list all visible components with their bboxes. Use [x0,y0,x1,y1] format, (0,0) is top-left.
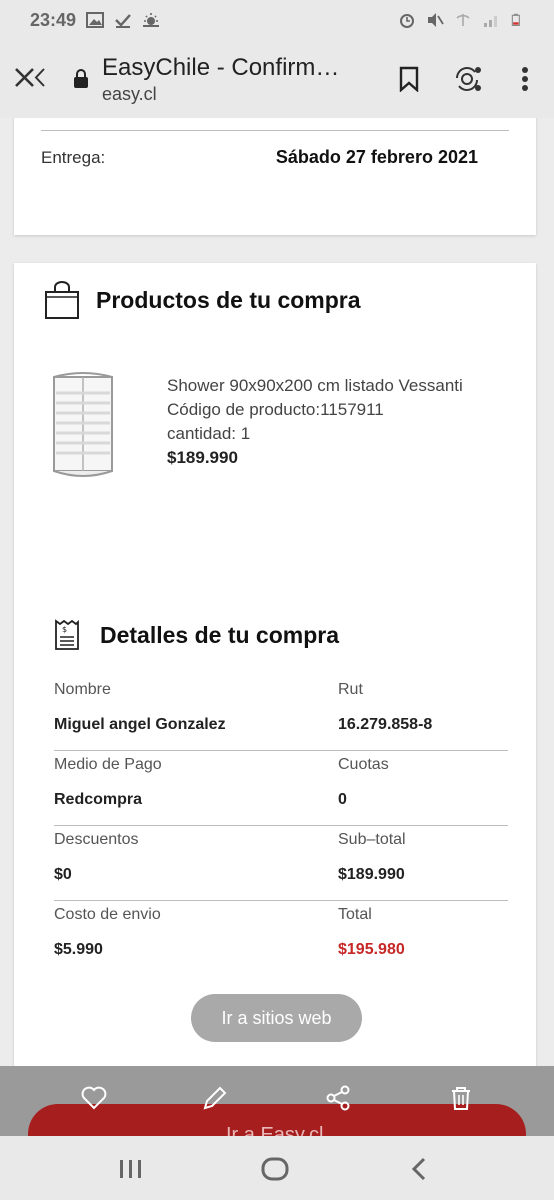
heart-icon[interactable] [80,1084,108,1112]
weather-icon [143,13,160,27]
payment-method-label: Medio de Pago [54,756,162,773]
recent-apps-icon [120,1160,141,1178]
gallery-icon [86,12,105,28]
close-icon [15,68,45,87]
mute-icon [428,13,444,27]
shipping-cost-value: $5.990 [54,941,103,958]
product-code: Código de producto:1157911 [167,400,384,419]
details-table: Nombre Miguel angel Gonzalez Rut 16.279.… [54,676,508,976]
delivery-date: Sábado 27 febrero 2021 [275,147,478,167]
home-button[interactable] [260,1154,290,1184]
battery-icon [511,13,520,26]
product-image[interactable] [52,371,114,481]
subtotal-label: Sub–total [338,831,406,848]
back-button[interactable] [404,1154,434,1184]
discounts-label: Descuentos [54,831,139,848]
page-title-area[interactable]: EasyChile - Confirmac... easy.cl [94,54,380,105]
purchase-card: Productos de tu compra Shower 90x90x200 … [14,263,536,1080]
lock-icon [68,69,94,89]
check-icon [115,14,131,28]
page-title: EasyChile - Confirmac... [102,53,352,81]
bookmark-button[interactable] [380,40,438,118]
name-value: Miguel angel Gonzalez [54,716,226,733]
product-price: $189.990 [167,448,238,467]
delete-icon[interactable] [447,1084,475,1112]
total-value: $195.980 [338,941,405,958]
subtotal-value: $189.990 [338,866,405,883]
page-content: Entrega: Sábado 27 febrero 2021 Producto… [0,118,554,1080]
navigation-bar [0,1136,554,1200]
page-url: easy.cl [102,83,157,104]
details-heading: Detalles de tu compra [100,621,340,648]
edit-icon[interactable] [201,1084,229,1112]
shopping-bag-icon [45,281,79,319]
recent-apps-button[interactable] [116,1154,146,1184]
more-options-button[interactable] [496,40,554,118]
products-header: Productos de tu compra [44,280,361,320]
delivery-label: Entrega: [41,148,106,167]
rut-label: Rut [338,681,363,698]
details-header: $ Detalles de tu compra [54,619,339,651]
share-icon[interactable] [324,1084,352,1112]
home-icon [261,1157,289,1181]
svg-text:$: $ [62,625,67,634]
delivery-card: Entrega: Sábado 27 febrero 2021 [14,118,536,235]
name-label: Nombre [54,681,111,698]
payment-method-value: Redcompra [54,791,143,808]
go-to-websites-button[interactable]: Ir a sitios web [191,994,362,1042]
more-icon [522,67,528,91]
status-bar: 23:49 [0,0,554,40]
alarm-icon [400,14,414,28]
product-name[interactable]: Shower 90x90x200 cm listado Vessanti [167,374,463,398]
bookmark-icon [399,66,419,92]
products-heading: Productos de tu compra [96,286,361,313]
back-icon [411,1157,426,1181]
extensions-button[interactable] [438,40,496,118]
installments-value: 0 [338,791,347,808]
wifi-icon [456,14,470,26]
product-info: Shower 90x90x200 cm listado Vessanti Cód… [167,374,463,470]
shipping-cost-label: Costo de envio [54,906,161,923]
status-time: 23:49 [30,9,77,30]
browser-toolbar: EasyChile - Confirmac... easy.cl [0,40,554,118]
details-row: Descuentos $0 Sub–total $189.990 [54,826,508,901]
go-to-easy-label: Ir a Easy.cl [226,1124,324,1136]
details-row: Costo de envio $5.990 Total $195.980 [54,901,508,976]
product-quantity: cantidad: 1 [167,424,251,443]
close-tab-button[interactable] [0,40,60,118]
extensions-icon [456,67,481,91]
details-row: Medio de Pago Redcompra Cuotas 0 [54,751,508,826]
divider [41,130,509,131]
installments-label: Cuotas [338,756,389,773]
rut-value: 16.279.858-8 [338,716,433,733]
discounts-value: $0 [54,866,72,883]
total-label: Total [338,906,372,923]
bottom-action-bar: Ir a Easy.cl [0,1066,554,1136]
details-row: Nombre Miguel angel Gonzalez Rut 16.279.… [54,676,508,751]
signal-icon [484,16,497,27]
receipt-icon: $ [55,619,79,650]
